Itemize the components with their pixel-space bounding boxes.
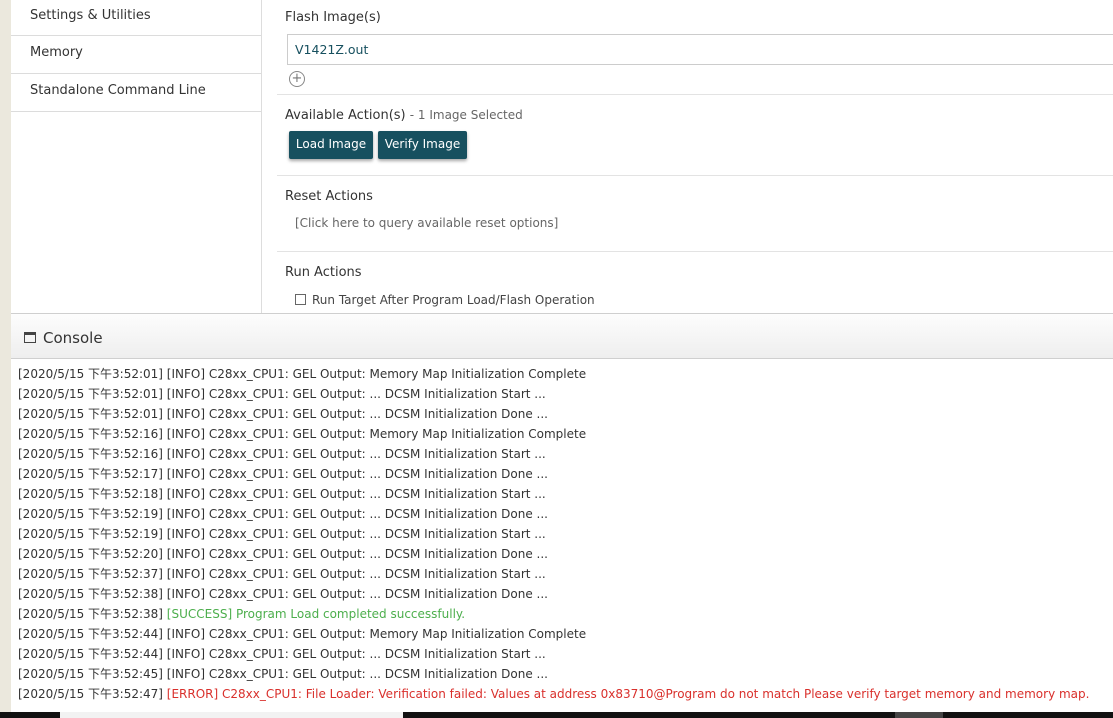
log-timestamp: [2020/5/15 下午3:52:19] xyxy=(18,507,163,521)
run-actions-title: Run Actions xyxy=(285,265,362,280)
reset-actions-title: Reset Actions xyxy=(285,189,373,204)
console-line: [2020/5/15 下午3:52:01] [INFO] C28xx_CPU1:… xyxy=(11,404,1113,424)
log-timestamp: [2020/5/15 下午3:52:38] xyxy=(18,587,163,601)
log-message: [INFO] C28xx_CPU1: GEL Output: ... DCSM … xyxy=(166,647,546,661)
selected-count-label: - 1 Image Selected xyxy=(409,108,523,122)
log-message: [INFO] C28xx_CPU1: GEL Output: ... DCSM … xyxy=(166,467,548,481)
taskbar xyxy=(0,712,1113,718)
log-message: [INFO] C28xx_CPU1: GEL Output: ... DCSM … xyxy=(166,547,548,561)
log-timestamp: [2020/5/15 下午3:52:01] xyxy=(18,367,163,381)
log-timestamp: [2020/5/15 下午3:52:19] xyxy=(18,527,163,541)
log-message: [INFO] C28xx_CPU1: GEL Output: ... DCSM … xyxy=(166,447,546,461)
log-message: [ERROR] C28xx_CPU1: File Loader: Verific… xyxy=(166,687,1090,701)
reset-actions-section: Reset Actions [Click here to query avail… xyxy=(277,176,1113,252)
log-timestamp: [2020/5/15 下午3:52:38] xyxy=(18,607,163,621)
sidebar-item-label: Memory xyxy=(30,45,83,60)
console-line: [2020/5/15 下午3:52:19] [INFO] C28xx_CPU1:… xyxy=(11,504,1113,524)
log-timestamp: [2020/5/15 下午3:52:17] xyxy=(18,467,163,481)
main-panel: Flash Image(s) V1421Z.out + Available Ac… xyxy=(262,0,1113,313)
sidebar-item-standalone-command-line[interactable]: Standalone Command Line xyxy=(11,74,261,112)
console-line: [2020/5/15 下午3:52:16] [INFO] C28xx_CPU1:… xyxy=(11,444,1113,464)
log-timestamp: [2020/5/15 下午3:52:16] xyxy=(18,447,163,461)
log-message: [INFO] C28xx_CPU1: GEL Output: ... DCSM … xyxy=(166,487,546,501)
flash-image-field[interactable]: V1421Z.out xyxy=(287,34,1113,65)
log-timestamp: [2020/5/15 下午3:52:01] xyxy=(18,407,163,421)
log-message: [INFO] C28xx_CPU1: GEL Output: ... DCSM … xyxy=(166,507,548,521)
log-message: [INFO] C28xx_CPU1: GEL Output: ... DCSM … xyxy=(166,667,548,681)
sidebar: Settings & Utilities Memory Standalone C… xyxy=(11,0,262,313)
run-target-option[interactable]: Run Target After Program Load/Flash Oper… xyxy=(295,293,595,307)
available-actions-heading: Available Action(s) - 1 Image Selected xyxy=(285,108,523,123)
sidebar-item-memory[interactable]: Memory xyxy=(11,36,261,74)
log-message: [SUCCESS] Program Load completed success… xyxy=(166,607,466,621)
plus-circle-icon[interactable]: + xyxy=(289,71,305,87)
console-output[interactable]: [2020/5/15 下午3:52:01] [INFO] C28xx_CPU1:… xyxy=(11,359,1113,712)
verify-image-button[interactable]: Verify Image xyxy=(378,131,467,159)
log-message: [INFO] C28xx_CPU1: GEL Output: Memory Ma… xyxy=(166,367,587,381)
run-actions-section: Run Actions Run Target After Program Loa… xyxy=(277,252,1113,313)
log-message: [INFO] C28xx_CPU1: GEL Output: Memory Ma… xyxy=(166,427,587,441)
console-line: [2020/5/15 下午3:52:38] [INFO] C28xx_CPU1:… xyxy=(11,584,1113,604)
log-timestamp: [2020/5/15 下午3:52:37] xyxy=(18,567,163,581)
run-target-label: Run Target After Program Load/Flash Oper… xyxy=(312,293,595,307)
sidebar-item-label: Settings & Utilities xyxy=(30,8,151,23)
console-line: [2020/5/15 下午3:52:18] [INFO] C28xx_CPU1:… xyxy=(11,484,1113,504)
sidebar-item-label: Standalone Command Line xyxy=(30,83,206,98)
log-message: [INFO] C28xx_CPU1: GEL Output: ... DCSM … xyxy=(166,407,548,421)
console-lines: [2020/5/15 下午3:52:01] [INFO] C28xx_CPU1:… xyxy=(11,359,1113,704)
console-line: [2020/5/15 下午3:52:17] [INFO] C28xx_CPU1:… xyxy=(11,464,1113,484)
query-reset-options-link[interactable]: [Click here to query available reset opt… xyxy=(295,216,558,230)
taskbar-item[interactable] xyxy=(895,712,943,718)
log-timestamp: [2020/5/15 下午3:52:44] xyxy=(18,627,163,641)
log-message: [INFO] C28xx_CPU1: GEL Output: ... DCSM … xyxy=(166,567,546,581)
log-timestamp: [2020/5/15 下午3:52:44] xyxy=(18,647,163,661)
flash-images-section: Flash Image(s) V1421Z.out + xyxy=(277,0,1113,95)
log-timestamp: [2020/5/15 下午3:52:16] xyxy=(18,427,163,441)
sidebar-item-settings-utilities[interactable]: Settings & Utilities xyxy=(11,0,261,36)
console-line: [2020/5/15 下午3:52:47] [ERROR] C28xx_CPU1… xyxy=(11,684,1113,704)
console-line: [2020/5/15 下午3:52:45] [INFO] C28xx_CPU1:… xyxy=(11,664,1113,684)
console-line: [2020/5/15 下午3:52:16] [INFO] C28xx_CPU1:… xyxy=(11,424,1113,444)
taskbar-item[interactable] xyxy=(60,712,403,718)
log-timestamp: [2020/5/15 下午3:52:18] xyxy=(18,487,163,501)
log-message: [INFO] C28xx_CPU1: GEL Output: ... DCSM … xyxy=(166,527,546,541)
available-actions-title: Available Action(s) xyxy=(285,108,406,123)
log-message: [INFO] C28xx_CPU1: GEL Output: ... DCSM … xyxy=(166,587,548,601)
window-icon xyxy=(24,332,36,343)
run-target-checkbox[interactable] xyxy=(295,294,306,305)
flash-images-title: Flash Image(s) xyxy=(285,10,381,25)
flash-image-filename: V1421Z.out xyxy=(295,42,369,57)
console-line: [2020/5/15 下午3:52:01] [INFO] C28xx_CPU1:… xyxy=(11,364,1113,384)
log-timestamp: [2020/5/15 下午3:52:47] xyxy=(18,687,163,701)
console-line: [2020/5/15 下午3:52:44] [INFO] C28xx_CPU1:… xyxy=(11,624,1113,644)
console-title: Console xyxy=(43,329,103,347)
console-line: [2020/5/15 下午3:52:20] [INFO] C28xx_CPU1:… xyxy=(11,544,1113,564)
console-line: [2020/5/15 下午3:52:37] [INFO] C28xx_CPU1:… xyxy=(11,564,1113,584)
load-image-button[interactable]: Load Image xyxy=(289,131,373,159)
console-line: [2020/5/15 下午3:52:44] [INFO] C28xx_CPU1:… xyxy=(11,644,1113,664)
console-line: [2020/5/15 下午3:52:01] [INFO] C28xx_CPU1:… xyxy=(11,384,1113,404)
console-line: [2020/5/15 下午3:52:38] [SUCCESS] Program … xyxy=(11,604,1113,624)
console-header: Console xyxy=(11,313,1113,359)
log-message: [INFO] C28xx_CPU1: GEL Output: Memory Ma… xyxy=(166,627,587,641)
log-timestamp: [2020/5/15 下午3:52:20] xyxy=(18,547,163,561)
log-timestamp: [2020/5/15 下午3:52:01] xyxy=(18,387,163,401)
console-line: [2020/5/15 下午3:52:19] [INFO] C28xx_CPU1:… xyxy=(11,524,1113,544)
log-message: [INFO] C28xx_CPU1: GEL Output: ... DCSM … xyxy=(166,387,546,401)
log-timestamp: [2020/5/15 下午3:52:45] xyxy=(18,667,163,681)
